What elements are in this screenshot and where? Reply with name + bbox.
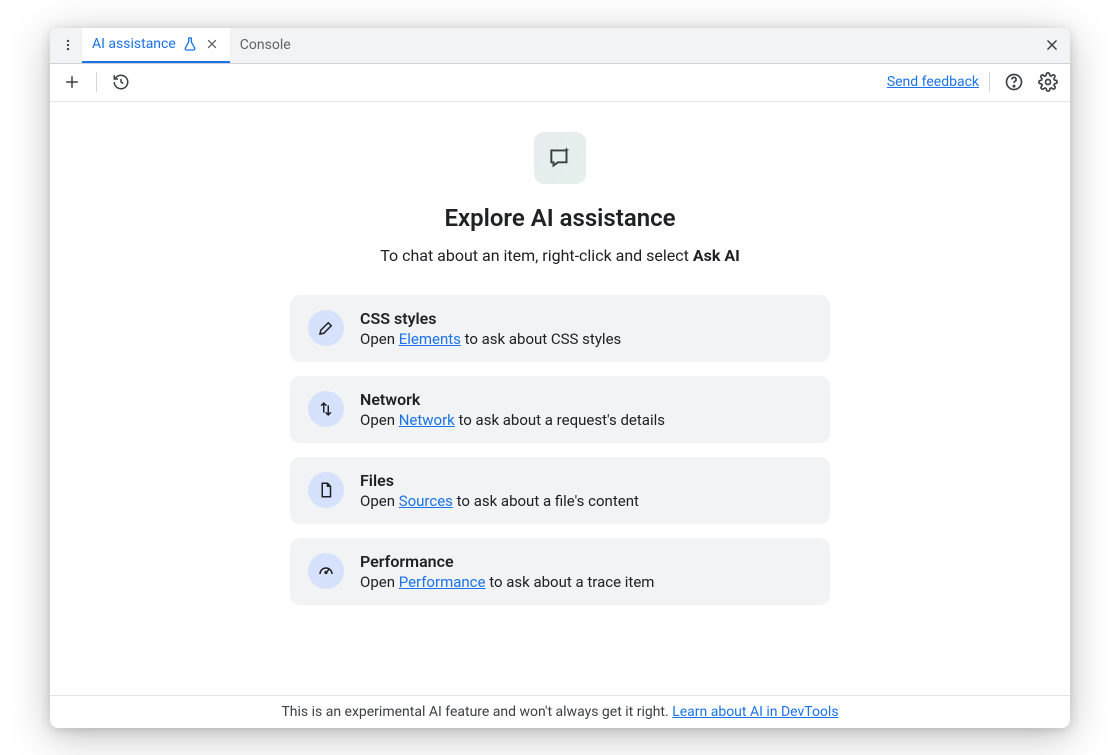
card-desc: Open Network to ask about a request's de… [360,411,812,429]
menu-button[interactable] [54,28,82,64]
brush-icon [317,319,335,337]
experiment-icon [182,36,198,52]
performance-link[interactable]: Performance [399,573,486,591]
network-icon-container [308,391,344,427]
file-icon-container [308,472,344,508]
tab-bar: AI assistance Console [50,28,1070,64]
cards-list: CSS styles Open Elements to ask about CS… [290,295,830,605]
card-body: Network Open Network to ask about a requ… [360,390,812,429]
card-title: Performance [360,552,812,571]
panel-close-button[interactable] [1034,28,1070,64]
gauge-icon-container [308,553,344,589]
send-feedback-link[interactable]: Send feedback [887,74,979,90]
tab-console[interactable]: Console [230,28,301,64]
card-performance: Performance Open Performance to ask abou… [290,538,830,605]
toolbar-divider [989,72,990,92]
plus-icon [63,73,81,91]
toolbar: Send feedback [50,64,1070,102]
card-title: CSS styles [360,309,812,328]
card-files: Files Open Sources to ask about a file's… [290,457,830,524]
settings-button[interactable] [1034,68,1062,96]
learn-more-link[interactable]: Learn about AI in DevTools [672,704,838,720]
card-body: CSS styles Open Elements to ask about CS… [360,309,812,348]
card-body: Files Open Sources to ask about a file's… [360,471,812,510]
close-icon [206,38,218,50]
hero-icon-container [534,132,586,184]
card-desc: Open Sources to ask about a file's conte… [360,492,812,510]
help-button[interactable] [1000,68,1028,96]
ai-assistance-panel: AI assistance Console Send feedback [50,28,1070,728]
history-button[interactable] [107,68,135,96]
page-headline: Explore AI assistance [444,204,675,232]
elements-link[interactable]: Elements [399,330,461,348]
help-icon [1004,72,1024,92]
footer: This is an experimental AI feature and w… [50,695,1070,728]
footer-text: This is an experimental AI feature and w… [281,704,672,720]
main-content: Explore AI assistance To chat about an i… [50,102,1070,695]
card-title: Files [360,471,812,490]
ai-chat-icon [547,145,573,171]
card-title: Network [360,390,812,409]
page-subhead: To chat about an item, right-click and s… [380,246,740,265]
brush-icon-container [308,310,344,346]
card-network: Network Open Network to ask about a requ… [290,376,830,443]
network-link[interactable]: Network [399,411,455,429]
subhead-bold: Ask AI [693,246,740,265]
transfer-icon [317,400,335,418]
file-icon [317,481,335,499]
close-icon [1045,38,1059,52]
toolbar-divider [96,72,97,92]
card-css-styles: CSS styles Open Elements to ask about CS… [290,295,830,362]
gear-icon [1038,72,1058,92]
card-body: Performance Open Performance to ask abou… [360,552,812,591]
sources-link[interactable]: Sources [399,492,453,510]
subhead-text: To chat about an item, right-click and s… [380,246,693,265]
tab-ai-assistance[interactable]: AI assistance [82,28,230,64]
card-desc: Open Performance to ask about a trace it… [360,573,812,591]
history-icon [112,73,130,91]
tab-label: Console [240,37,291,53]
tab-close-button[interactable] [204,36,220,52]
gauge-icon [317,562,335,580]
card-desc: Open Elements to ask about CSS styles [360,330,812,348]
kebab-icon [61,38,75,52]
tab-label: AI assistance [92,36,176,52]
new-chat-button[interactable] [58,68,86,96]
